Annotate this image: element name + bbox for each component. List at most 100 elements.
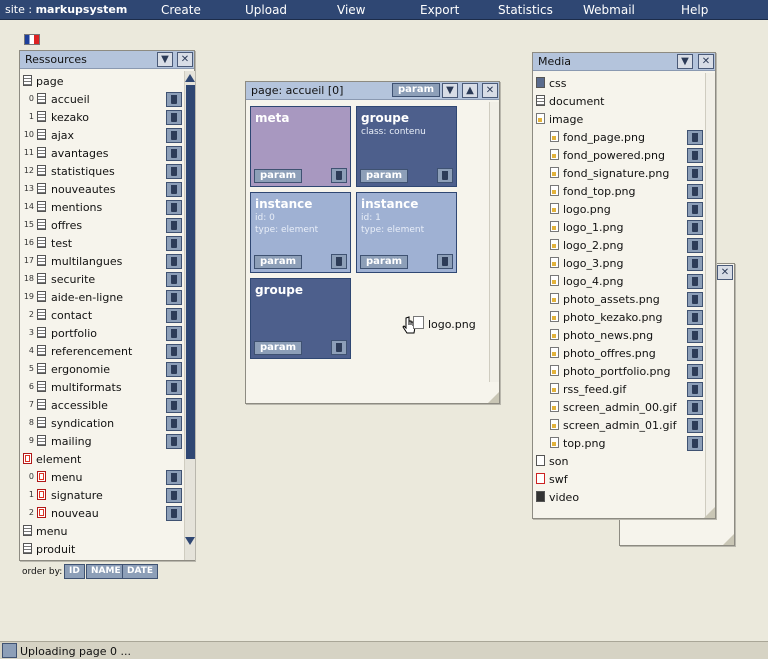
delete-trash-icon[interactable] bbox=[687, 364, 703, 379]
list-item-ergonomie[interactable]: 5 ergonomie bbox=[20, 361, 182, 379]
media-item-logo-1-png[interactable]: logo_1.png bbox=[533, 219, 683, 237]
delete-trash-icon[interactable] bbox=[437, 168, 453, 183]
list-item-kezako[interactable]: 1 kezako bbox=[20, 109, 182, 127]
delete-trash-icon[interactable] bbox=[331, 340, 347, 355]
delete-trash-icon[interactable] bbox=[437, 254, 453, 269]
move-up-button[interactable]: ▲ bbox=[462, 83, 478, 98]
list-item-mentions[interactable]: 14 mentions bbox=[20, 199, 182, 217]
list-item-ajax[interactable]: 10 ajax bbox=[20, 127, 182, 145]
scroll-thumb[interactable] bbox=[186, 85, 195, 459]
media-item-css[interactable]: css bbox=[533, 75, 683, 93]
delete-trash-icon[interactable] bbox=[166, 308, 182, 323]
delete-trash-icon[interactable] bbox=[687, 274, 703, 289]
media-item-photo-news-png[interactable]: photo_news.png bbox=[533, 327, 683, 345]
media-item-top-png[interactable]: top.png bbox=[533, 435, 683, 453]
delete-trash-icon[interactable] bbox=[166, 344, 182, 359]
page-scrollbar[interactable] bbox=[489, 102, 499, 382]
delete-trash-icon[interactable] bbox=[687, 130, 703, 145]
list-item-aide-en-ligne[interactable]: 19 aide-en-ligne bbox=[20, 289, 182, 307]
page-param-button[interactable]: param bbox=[392, 83, 441, 97]
scroll-up-icon[interactable] bbox=[185, 74, 195, 82]
delete-trash-icon[interactable] bbox=[166, 398, 182, 413]
list-item-nouveau[interactable]: 2 nouveau bbox=[20, 505, 182, 523]
delete-trash-icon[interactable] bbox=[687, 382, 703, 397]
delete-trash-icon[interactable] bbox=[687, 220, 703, 235]
list-item-securite[interactable]: 18 securite bbox=[20, 271, 182, 289]
resize-handle[interactable] bbox=[704, 507, 715, 518]
media-item-logo-4-png[interactable]: logo_4.png bbox=[533, 273, 683, 291]
list-item-contact[interactable]: 2 contact bbox=[20, 307, 182, 325]
block-groupe[interactable]: groupe class: contenu param bbox=[356, 106, 457, 187]
delete-trash-icon[interactable] bbox=[331, 168, 347, 183]
media-item-photo-assets-png[interactable]: photo_assets.png bbox=[533, 291, 683, 309]
delete-trash-icon[interactable] bbox=[687, 292, 703, 307]
french-flag-icon[interactable] bbox=[24, 34, 40, 45]
delete-trash-icon[interactable] bbox=[166, 110, 182, 125]
delete-trash-icon[interactable] bbox=[687, 238, 703, 253]
media-item-document[interactable]: document bbox=[533, 93, 683, 111]
block-param-button[interactable]: param bbox=[254, 341, 303, 355]
media-item-fond-page-png[interactable]: fond_page.png bbox=[533, 129, 683, 147]
media-scrollbar[interactable] bbox=[705, 73, 715, 518]
delete-trash-icon[interactable] bbox=[166, 218, 182, 233]
list-item-syndication[interactable]: 8 syndication bbox=[20, 415, 182, 433]
list-item-menu[interactable]: menu bbox=[20, 523, 182, 541]
block-param-button[interactable]: param bbox=[254, 169, 303, 183]
block-meta[interactable]: meta param bbox=[250, 106, 351, 187]
list-item-test[interactable]: 16 test bbox=[20, 235, 182, 253]
list-item-portfolio[interactable]: 3 portfolio bbox=[20, 325, 182, 343]
list-item-menu[interactable]: 0 menu bbox=[20, 469, 182, 487]
delete-trash-icon[interactable] bbox=[687, 346, 703, 361]
delete-trash-icon[interactable] bbox=[687, 184, 703, 199]
close-button[interactable]: ✕ bbox=[177, 52, 193, 67]
delete-trash-icon[interactable] bbox=[166, 146, 182, 161]
delete-trash-icon[interactable] bbox=[166, 164, 182, 179]
media-item-rss-feed-gif[interactable]: rss_feed.gif bbox=[533, 381, 683, 399]
media-item-photo-portfolio-png[interactable]: photo_portfolio.png bbox=[533, 363, 683, 381]
collapse-button[interactable]: ▼ bbox=[157, 52, 173, 67]
delete-trash-icon[interactable] bbox=[687, 148, 703, 163]
list-item-mailing[interactable]: 9 mailing bbox=[20, 433, 182, 451]
menu-help[interactable]: Help bbox=[681, 3, 708, 17]
media-item-screen-admin-01-gif[interactable]: screen_admin_01.gif bbox=[533, 417, 683, 435]
block-instance[interactable]: instance id: 1 type: element param bbox=[356, 192, 457, 273]
delete-trash-icon[interactable] bbox=[166, 236, 182, 251]
delete-trash-icon[interactable] bbox=[687, 436, 703, 451]
resize-handle[interactable] bbox=[723, 534, 734, 545]
list-item-multiformats[interactable]: 6 multiformats bbox=[20, 379, 182, 397]
delete-trash-icon[interactable] bbox=[687, 166, 703, 181]
delete-trash-icon[interactable] bbox=[687, 202, 703, 217]
delete-trash-icon[interactable] bbox=[687, 400, 703, 415]
menu-upload[interactable]: Upload bbox=[245, 3, 287, 17]
delete-trash-icon[interactable] bbox=[166, 326, 182, 341]
block-groupe[interactable]: groupe param bbox=[250, 278, 351, 359]
list-item-offres[interactable]: 15 offres bbox=[20, 217, 182, 235]
media-item-photo-offres-png[interactable]: photo_offres.png bbox=[533, 345, 683, 363]
scroll-down-icon[interactable] bbox=[185, 537, 195, 545]
upload-status-icon[interactable] bbox=[2, 643, 17, 658]
media-item-fond-powered-png[interactable]: fond_powered.png bbox=[533, 147, 683, 165]
collapse-button[interactable]: ▼ bbox=[442, 83, 458, 98]
delete-trash-icon[interactable] bbox=[331, 254, 347, 269]
menu-export[interactable]: Export bbox=[420, 3, 459, 17]
menu-statistics[interactable]: Statistics bbox=[498, 3, 553, 17]
collapse-button[interactable]: ▼ bbox=[677, 54, 693, 69]
delete-trash-icon[interactable] bbox=[166, 254, 182, 269]
media-item-image[interactable]: image bbox=[533, 111, 683, 129]
delete-trash-icon[interactable] bbox=[166, 182, 182, 197]
media-item-logo-2-png[interactable]: logo_2.png bbox=[533, 237, 683, 255]
media-item-son[interactable]: son bbox=[533, 453, 683, 471]
delete-trash-icon[interactable] bbox=[166, 434, 182, 449]
media-item-fond-top-png[interactable]: fond_top.png bbox=[533, 183, 683, 201]
ressources-scrollbar[interactable] bbox=[184, 71, 195, 560]
media-item-logo-3-png[interactable]: logo_3.png bbox=[533, 255, 683, 273]
delete-trash-icon[interactable] bbox=[166, 506, 182, 521]
list-item-statistiques[interactable]: 12 statistiques bbox=[20, 163, 182, 181]
list-item-referencement[interactable]: 4 referencement bbox=[20, 343, 182, 361]
delete-trash-icon[interactable] bbox=[166, 416, 182, 431]
order-by-date-button[interactable]: DATE bbox=[122, 564, 159, 579]
list-item-signature[interactable]: 1 signature bbox=[20, 487, 182, 505]
media-item-fond-signature-png[interactable]: fond_signature.png bbox=[533, 165, 683, 183]
block-param-button[interactable]: param bbox=[254, 255, 303, 269]
list-item-produit[interactable]: produit bbox=[20, 541, 182, 559]
